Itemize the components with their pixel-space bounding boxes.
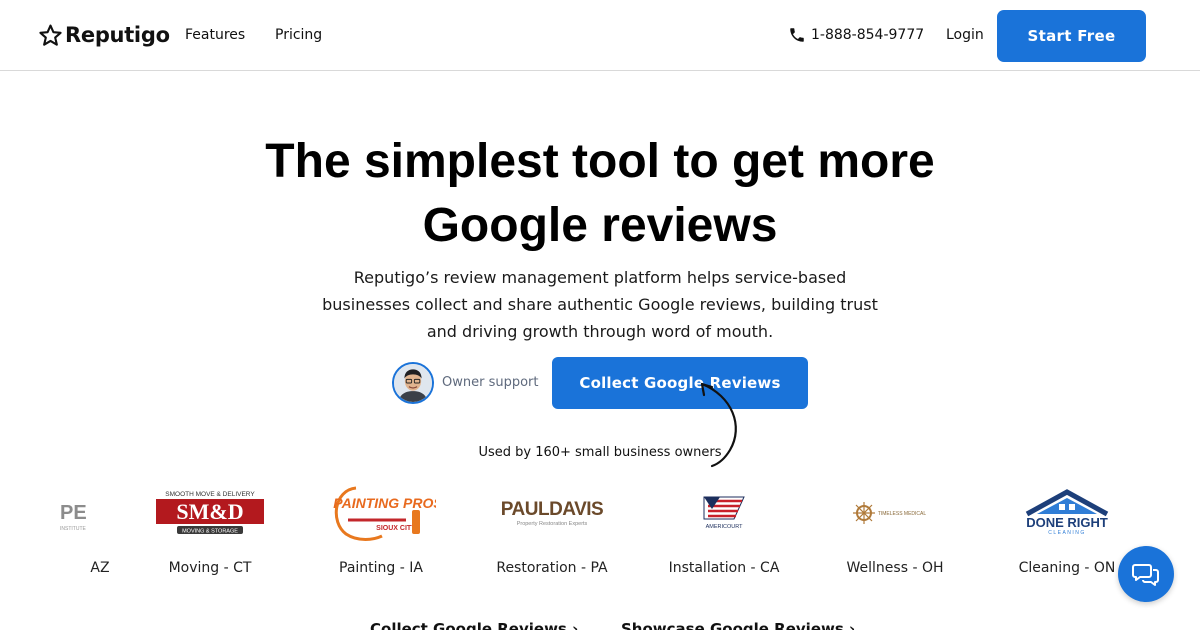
start-free-button[interactable]: Start Free	[997, 10, 1146, 62]
business-logo: PAINTING PROS SIOUX CITY	[296, 478, 466, 548]
business-logo: AMERICOURT	[639, 478, 809, 548]
hero-title-line1: The simplest tool to get more	[265, 135, 935, 188]
business-item: AMERICOURT Installation - CA	[639, 478, 809, 576]
phone-number: 1-888-854-9777	[811, 27, 925, 43]
business-logo-top: SMOOTH MOVE & DELIVERY	[165, 491, 255, 498]
business-logo: DONE RIGHT CLEANING	[982, 478, 1152, 548]
business-item: PAULDAVIS Property Restoration Experts R…	[467, 478, 637, 576]
business-logo-sub: CLEANING	[1048, 530, 1086, 536]
business-caption: Painting - IA	[339, 560, 423, 576]
business-logo: SMOOTH MOVE & DELIVERY SM&D MOVING & STO…	[125, 478, 295, 548]
business-logo: PAULDAVIS Property Restoration Experts	[467, 478, 637, 548]
business-logo-strip: PE INSTITUTE AZ SMOOTH MOVE & DELIVERY S…	[0, 478, 1200, 588]
phone-link[interactable]: 1-888-854-9777	[788, 26, 924, 44]
business-logo-text: TIMELESS MEDICAL	[878, 511, 927, 517]
strip-fade	[0, 478, 60, 588]
collect-reviews-button[interactable]: Collect Google Reviews	[552, 357, 808, 409]
collect-reviews-link[interactable]: Collect Google Reviews ›	[370, 620, 578, 630]
business-item: PAINTING PROS SIOUX CITY Painting - IA	[296, 478, 466, 576]
brand-name: Reputigo	[65, 23, 170, 47]
business-logo-bottom: MOVING & STORAGE	[182, 529, 238, 535]
star-icon	[39, 24, 62, 46]
business-logo-text: AMERICOURT	[706, 524, 744, 530]
nav-features[interactable]: Features	[185, 27, 245, 43]
owner-avatar	[392, 362, 434, 404]
hero-title: The simplest tool to get more Google rev…	[0, 130, 1200, 258]
business-logo-text: PAINTING PROS	[333, 495, 436, 511]
hero-title-line2: Google reviews	[422, 199, 778, 252]
showcase-reviews-link[interactable]: Showcase Google Reviews ›	[621, 620, 855, 630]
business-logo-text: SM&D	[176, 499, 243, 524]
business-caption: Installation - CA	[668, 560, 780, 576]
business-logo-sub: SIOUX CITY	[376, 525, 416, 532]
chat-button[interactable]	[1118, 546, 1174, 602]
business-caption: Moving - CT	[168, 560, 252, 576]
business-logo: TIMELESS MEDICAL	[810, 478, 980, 548]
nav-pricing[interactable]: Pricing	[275, 27, 322, 43]
phone-icon	[790, 28, 804, 42]
hero-subtitle: Reputigo’s review management platform he…	[322, 268, 878, 341]
business-caption: Restoration - PA	[496, 560, 608, 576]
login-link[interactable]: Login	[946, 27, 984, 43]
business-item: SMOOTH MOVE & DELIVERY SM&D MOVING & STO…	[125, 478, 295, 576]
business-logo-text: DONE RIGHT	[1026, 515, 1108, 530]
owner-support-label: Owner support	[442, 375, 539, 390]
business-caption: Wellness - OH	[846, 560, 944, 576]
chat-icon	[1132, 564, 1159, 586]
used-by-text: Used by 160+ small business owners	[478, 445, 722, 460]
brand-logo[interactable]: Reputigo	[38, 22, 170, 48]
business-logo-text: PE	[60, 502, 87, 524]
svg-text:INSTITUTE: INSTITUTE	[60, 526, 86, 532]
business-logo-text: PAULDAVIS	[501, 499, 603, 520]
site-header: Reputigo Features Pricing 1-888-854-9777…	[0, 0, 1200, 71]
business-logo-sub: Property Restoration Experts	[517, 521, 588, 527]
business-item: TIMELESS MEDICAL Wellness - OH	[810, 478, 980, 576]
